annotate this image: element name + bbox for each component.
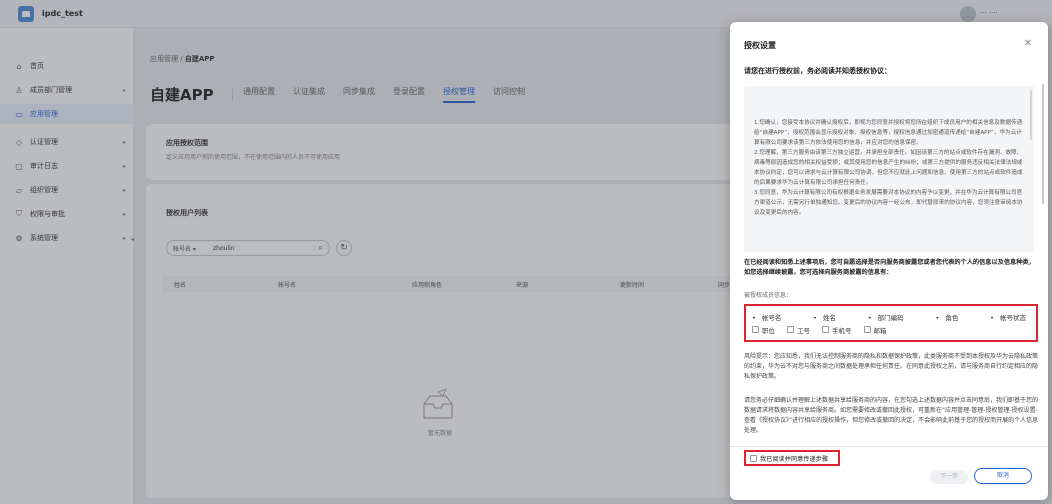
agreement-text-box[interactable]: 1.您确认，您接受本协议并确认授权后，即视为您同意并授权将您所在组织下成员用户的… xyxy=(744,86,1034,252)
optional-field-phone[interactable]: 手机号 xyxy=(822,325,852,335)
divider xyxy=(730,446,1048,447)
optional-field-email[interactable]: 邮箱 xyxy=(863,325,887,335)
cancel-button[interactable]: 取消 xyxy=(974,468,1032,484)
disclosure-question: 在已经阅读和知悉上述事项后，您可自愿选择是否向服务商披露您或者您代表的个人的信息… xyxy=(744,259,1035,276)
optional-field-label: 职位 xyxy=(762,326,775,335)
optional-field-employee-id[interactable]: 工号 xyxy=(787,325,810,335)
agreement-paragraph: 2.您理解，第三方服务由该第三方独立运营，并承担全部责任。如因该第三方的站点或软… xyxy=(754,150,1023,186)
required-field: 帐号状态 xyxy=(990,312,1026,322)
checkbox[interactable] xyxy=(822,326,829,333)
close-icon[interactable]: ✕ xyxy=(1024,38,1032,49)
member-info-box: 帐号名 姓名 部门编码 角色 帐号状态 职位 工号 手机号 邮箱 xyxy=(744,304,1038,342)
checkbox[interactable] xyxy=(750,454,757,462)
dialog-scrollbar[interactable] xyxy=(1042,84,1044,204)
dialog-title: 授权设置 xyxy=(744,41,776,50)
risk-notice: 风险提示：您应知悉，我们无法控制服务商的隐私和数据保护政策，此类服务商不受到本授… xyxy=(744,353,1039,380)
next-button[interactable]: 下一步 xyxy=(930,470,968,484)
required-field: 部门编码 xyxy=(868,312,904,322)
required-fields-row: 帐号名 姓名 部门编码 角色 帐号状态 xyxy=(752,310,1030,323)
dialog-lead: 请您在进行授权前，务必阅读并知悉授权协议： xyxy=(744,67,891,75)
checkbox[interactable] xyxy=(752,326,759,333)
agreement-paragraph: 1.您确认，您接受本协议并确认授权后，即视为您同意并授权将您所在组织下成员用户的… xyxy=(754,120,1023,146)
required-field: 角色 xyxy=(935,312,958,322)
required-field: 姓名 xyxy=(813,312,836,322)
optional-field-position[interactable]: 职位 xyxy=(752,325,775,335)
optional-field-label: 工号 xyxy=(797,326,810,335)
optional-field-label: 手机号 xyxy=(832,326,852,335)
authorization-dialog: 授权设置 ✕ 请您在进行授权前，务必阅读并知悉授权协议： 1.您确认，您接受本协… xyxy=(730,22,1048,500)
checkbox[interactable] xyxy=(787,326,794,333)
sharing-notice: 请您务必仔细确认并理解上述数据共享给服务商的内容，在您勾选上述数据内容并点击同意… xyxy=(744,397,1039,434)
agreement-paragraph: 3.您同意，华为云计算有限公司有权根据业务发展需要对本协议的内容予以变更，并在华… xyxy=(754,190,1023,216)
agreement-scrollbar[interactable] xyxy=(1030,90,1032,140)
checkbox[interactable] xyxy=(863,326,871,333)
consent-checkbox[interactable]: 我已阅读并同意传递步骤 xyxy=(744,450,840,466)
optional-field-label: 邮箱 xyxy=(873,326,887,335)
info-label: 被授权成员信息： xyxy=(744,292,793,299)
optional-fields-row: 职位 工号 手机号 邮箱 xyxy=(752,323,1030,336)
required-field: 帐号名 xyxy=(752,312,782,322)
consent-label: 我已阅读并同意传递步骤 xyxy=(760,455,829,463)
